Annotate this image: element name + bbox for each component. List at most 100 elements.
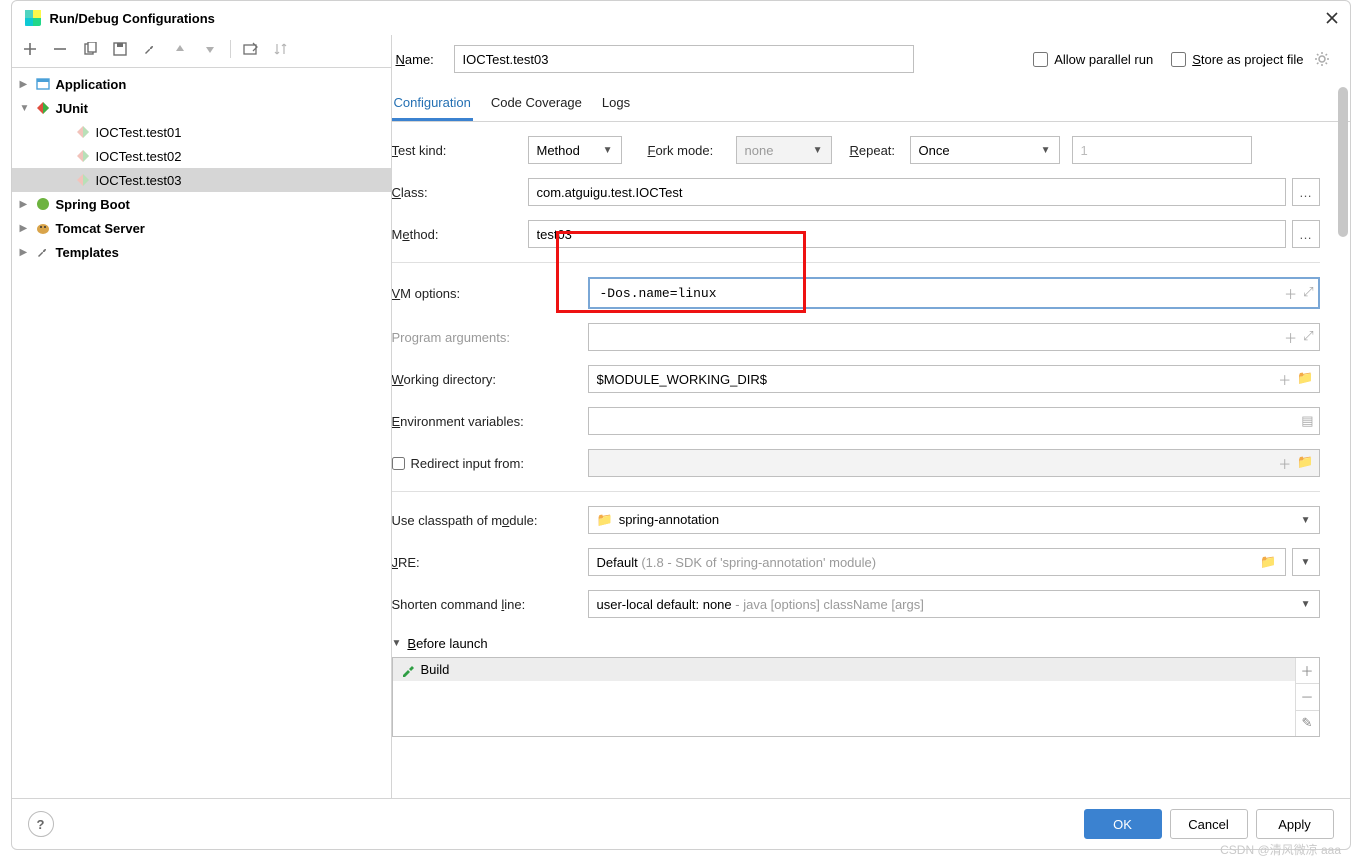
tree-node-test03[interactable]: IOCTest.test03 <box>12 168 391 192</box>
classpath-select[interactable]: 📁spring-annotation ▼ <box>588 506 1320 534</box>
tree-node-junit[interactable]: ▼ JUnit <box>12 96 391 120</box>
edit-task-button[interactable]: ✎ <box>1296 711 1319 736</box>
allow-parallel-checkbox[interactable]: Allow parallel run <box>1033 52 1153 67</box>
repeat-select[interactable]: Once▼ <box>910 136 1060 164</box>
method-input[interactable] <box>528 220 1286 248</box>
chevron-down-icon: ▼ <box>813 145 823 156</box>
expand-icon[interactable]: ▶ <box>20 199 34 210</box>
env-vars-input[interactable] <box>588 407 1320 435</box>
copy-icon[interactable] <box>80 39 100 59</box>
tree-node-tomcat[interactable]: ▶ Tomcat Server <box>12 216 391 240</box>
collapse-icon[interactable]: ▼ <box>392 638 402 649</box>
ok-button[interactable]: OK <box>1084 809 1162 839</box>
working-dir-label: Working directory: <box>392 372 588 387</box>
chevron-down-icon: ▼ <box>1041 145 1051 156</box>
junit-icon <box>34 101 52 115</box>
expand-icon[interactable]: ⤢ <box>1303 284 1313 303</box>
jre-label: JRE: <box>392 555 588 570</box>
redirect-input-checkbox[interactable] <box>392 457 405 470</box>
folder-collapse-icon[interactable] <box>241 39 261 59</box>
tree-label: Templates <box>56 245 119 260</box>
working-dir-input[interactable] <box>588 365 1320 393</box>
tree-node-test01[interactable]: IOCTest.test01 <box>12 120 391 144</box>
folder-icon[interactable]: 📁 <box>1297 370 1313 389</box>
redirect-input-label: Redirect input from: <box>392 456 588 471</box>
program-args-input[interactable] <box>588 323 1320 351</box>
list-icon[interactable]: ▤ <box>1301 413 1313 429</box>
repeat-count-input[interactable] <box>1072 136 1252 164</box>
save-icon[interactable] <box>110 39 130 59</box>
browse-class-button[interactable]: … <box>1292 178 1320 206</box>
titlebar: Run/Debug Configurations <box>12 1 1350 35</box>
tree-node-templates[interactable]: ▶ Templates <box>12 240 391 264</box>
tomcat-icon <box>34 221 52 235</box>
scrollbar[interactable] <box>1338 87 1348 788</box>
add-icon[interactable] <box>20 39 40 59</box>
tree-label: Spring Boot <box>56 197 130 212</box>
application-icon <box>34 77 52 91</box>
tab-logs[interactable]: Logs <box>600 89 632 121</box>
apply-button[interactable]: Apply <box>1256 809 1334 839</box>
fork-mode-label: Fork mode: <box>648 143 736 158</box>
gear-icon[interactable] <box>1314 51 1330 67</box>
cancel-button[interactable]: Cancel <box>1170 809 1248 839</box>
tree-label: JUnit <box>56 101 89 116</box>
jre-field[interactable]: Default (1.8 - SDK of 'spring-annotation… <box>588 548 1286 576</box>
tree-label: IOCTest.test01 <box>96 125 182 140</box>
remove-task-button[interactable]: － <box>1296 684 1319 710</box>
expand-icon[interactable]: ⤢ <box>1303 328 1313 347</box>
before-launch-list: Build ＋ － ✎ <box>392 657 1320 737</box>
config-sidebar: ▶ Application ▼ JUnit IOCTest.test01 IOC… <box>12 35 392 798</box>
folder-icon[interactable]: 📁 <box>1260 554 1276 570</box>
store-as-project-checkbox[interactable]: Store as project file <box>1171 52 1303 67</box>
run-debug-config-window: Run/Debug Configurations ▶ <box>11 0 1351 850</box>
name-input[interactable] <box>454 45 914 73</box>
before-launch-header[interactable]: ▼ Before launch <box>392 636 1320 651</box>
fork-mode-select[interactable]: none▼ <box>736 136 832 164</box>
config-tree[interactable]: ▶ Application ▼ JUnit IOCTest.test01 IOC… <box>12 68 391 798</box>
plus-icon[interactable]: ＋ <box>1284 328 1297 347</box>
shorten-select[interactable]: user-local default: none - java [options… <box>588 590 1320 618</box>
tree-node-test02[interactable]: IOCTest.test02 <box>12 144 391 168</box>
build-task-item[interactable]: Build <box>393 658 1295 681</box>
expand-icon[interactable]: ▶ <box>20 247 34 258</box>
chevron-down-icon: ▼ <box>603 145 613 156</box>
module-icon: 📁 <box>597 512 613 527</box>
browse-method-button[interactable]: … <box>1292 220 1320 248</box>
jre-dropdown-button[interactable]: ▼ <box>1292 548 1320 576</box>
remove-icon[interactable] <box>50 39 70 59</box>
add-task-button[interactable]: ＋ <box>1296 658 1319 684</box>
expand-icon[interactable]: ▶ <box>20 79 34 90</box>
tab-configuration[interactable]: Configuration <box>392 89 473 121</box>
vm-options-input[interactable] <box>588 277 1320 309</box>
tree-node-application[interactable]: ▶ Application <box>12 72 391 96</box>
tree-label: Tomcat Server <box>56 221 145 236</box>
tabs: Configuration Code Coverage Logs <box>392 83 1350 122</box>
help-button[interactable]: ? <box>28 811 54 837</box>
hammer-icon <box>401 663 415 677</box>
move-down-icon[interactable] <box>200 39 220 59</box>
move-up-icon[interactable] <box>170 39 190 59</box>
footer: ? OK Cancel Apply <box>12 798 1350 849</box>
plus-icon[interactable]: ＋ <box>1278 370 1291 389</box>
test-kind-select[interactable]: Method▼ <box>528 136 622 164</box>
plus-icon: ＋ <box>1278 454 1291 473</box>
close-icon[interactable] <box>1326 12 1338 24</box>
toolbar-separator <box>230 40 231 58</box>
plus-icon[interactable]: ＋ <box>1284 284 1297 303</box>
divider <box>392 262 1320 263</box>
tree-node-spring-boot[interactable]: ▶ Spring Boot <box>12 192 391 216</box>
method-label: Method: <box>392 227 528 242</box>
chevron-down-icon: ▼ <box>1301 599 1311 610</box>
tab-code-coverage[interactable]: Code Coverage <box>489 89 584 121</box>
sort-icon[interactable] <box>271 39 291 59</box>
spring-boot-icon <box>34 197 52 211</box>
expand-icon[interactable]: ▶ <box>20 223 34 234</box>
class-input[interactable] <box>528 178 1286 206</box>
wrench-icon[interactable] <box>140 39 160 59</box>
scrollbar-thumb[interactable] <box>1338 87 1348 237</box>
collapse-icon[interactable]: ▼ <box>20 103 34 114</box>
tree-label: Application <box>56 77 127 92</box>
pycharm-icon <box>24 9 42 27</box>
classpath-label: Use classpath of module: <box>392 513 588 528</box>
